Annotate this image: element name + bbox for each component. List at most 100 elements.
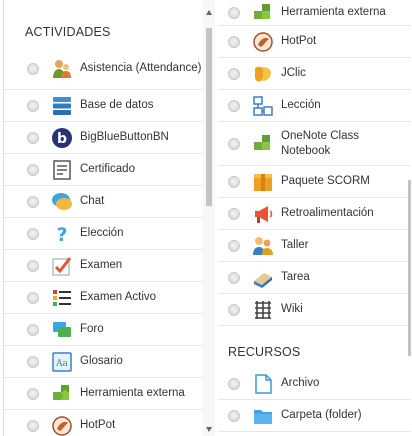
radio-button[interactable]: [228, 137, 240, 150]
resource-item-file[interactable]: Archivo: [218, 368, 410, 400]
quiz-icon: [51, 255, 73, 277]
activity-item-scorm[interactable]: Paquete SCORM: [218, 166, 410, 198]
activity-item-certificate[interactable]: Certificado: [4, 154, 215, 186]
activity-label: BigBlueButtonBN: [80, 131, 169, 143]
activity-item-attendance[interactable]: Asistencia (Attendance): [4, 48, 215, 90]
scrollbar-thumb[interactable]: [206, 28, 212, 206]
activity-item-assignment[interactable]: Tarea: [218, 262, 410, 294]
hotpot-icon: [51, 415, 73, 436]
activity-item-lesson[interactable]: Lección: [218, 90, 410, 122]
radio-button[interactable]: [27, 259, 39, 272]
activity-item-quiz[interactable]: Examen: [4, 250, 215, 282]
onenote-puzzle-icon: [252, 133, 274, 155]
activity-label: HotPot: [80, 419, 116, 431]
activity-label: Herramienta externa: [281, 6, 386, 18]
activity-detail-scrollbar[interactable]: [406, 0, 412, 436]
workshop-icon: [252, 235, 274, 257]
scroll-down-arrow-icon[interactable]: [206, 427, 212, 432]
radio-button[interactable]: [228, 67, 240, 80]
resources-header: RECURSOS: [228, 345, 301, 359]
attendance-icon: [51, 58, 73, 80]
activity-label: Tarea: [281, 271, 310, 283]
radio-button[interactable]: [228, 377, 240, 390]
external-tool-icon: [252, 2, 274, 24]
activity-item-onenote[interactable]: OneNote Class Notebook: [218, 122, 410, 166]
resource-label: Archivo: [281, 377, 320, 389]
activity-item-feedback[interactable]: Retroalimentación: [218, 198, 410, 230]
radio-button[interactable]: [27, 195, 39, 208]
radio-button[interactable]: [27, 99, 39, 112]
database-icon: [51, 95, 73, 117]
scrollbar-thumb[interactable]: [408, 180, 411, 356]
radio-button[interactable]: [228, 271, 240, 284]
radio-button[interactable]: [228, 99, 240, 112]
activity-item-workshop[interactable]: Taller: [218, 230, 410, 262]
radio-button[interactable]: [27, 323, 39, 336]
activity-item-external-tool[interactable]: Herramienta externa: [4, 378, 215, 410]
resource-item-folder[interactable]: Carpeta (folder): [218, 400, 410, 432]
activity-item-forum[interactable]: Foro: [4, 314, 215, 346]
radio-button[interactable]: [27, 419, 39, 432]
radio-button[interactable]: [27, 387, 39, 400]
scorm-package-icon: [252, 171, 274, 193]
activity-item-bigbluebutton[interactable]: b BigBlueButtonBN: [4, 122, 215, 154]
file-icon: [252, 373, 274, 395]
activity-label: Foro: [80, 323, 104, 335]
activity-label: Elección: [80, 227, 124, 239]
activity-item-wiki[interactable]: Wiki: [218, 294, 410, 326]
jclic-icon: [252, 63, 274, 85]
wiki-icon: [252, 299, 274, 321]
choice-icon: ?: [51, 223, 73, 245]
activity-label: Asistencia (Attendance): [80, 62, 202, 74]
activity-label: OneNote Class Notebook: [281, 129, 359, 157]
radio-button[interactable]: [27, 163, 39, 176]
resource-label: Carpeta (folder): [281, 409, 362, 421]
activity-item-database[interactable]: Base de datos: [4, 90, 215, 122]
svg-text:?: ?: [56, 224, 67, 245]
activities-header: ACTIVIDADES: [25, 25, 111, 39]
activity-label: Lección: [281, 99, 321, 111]
activity-item-external-tool[interactable]: Herramienta externa: [218, 0, 410, 26]
activity-item-hotpot[interactable]: HotPot: [4, 410, 215, 436]
certificate-icon: [51, 159, 73, 181]
radio-button[interactable]: [228, 6, 240, 19]
activity-label: Taller: [281, 239, 309, 251]
radio-button[interactable]: [228, 239, 240, 252]
hotpot-icon: [252, 31, 274, 53]
activity-label: JClic: [281, 67, 306, 79]
activity-item-choice[interactable]: ? Elección: [4, 218, 215, 250]
activities-scrollbar[interactable]: [203, 0, 215, 436]
activity-item-jclic[interactable]: JClic: [218, 58, 410, 90]
lesson-icon: [252, 95, 274, 117]
activity-item-hotpot[interactable]: HotPot: [218, 26, 410, 58]
forum-icon: [51, 319, 73, 341]
activity-item-chat[interactable]: Chat: [4, 186, 215, 218]
scroll-up-arrow-icon[interactable]: [206, 10, 212, 15]
active-quiz-icon: [51, 287, 73, 309]
radio-button[interactable]: [228, 409, 240, 422]
svg-text:b: b: [57, 131, 67, 147]
radio-button[interactable]: [27, 131, 39, 144]
external-tool-icon: [51, 383, 73, 405]
activity-item-active-quiz[interactable]: Examen Activo: [4, 282, 215, 314]
activity-label: HotPot: [281, 35, 317, 47]
radio-button[interactable]: [27, 227, 39, 240]
folder-icon: [252, 405, 274, 427]
activity-label: Herramienta externa: [80, 387, 185, 399]
radio-button[interactable]: [27, 291, 39, 304]
chat-icon: [51, 191, 73, 213]
svg-text:Aa: Aa: [55, 359, 68, 369]
activities-list-panel[interactable]: ACTIVIDADES Asistencia (Attendance) Base…: [3, 0, 215, 436]
radio-button[interactable]: [228, 303, 240, 316]
radio-button[interactable]: [228, 175, 240, 188]
radio-button[interactable]: [27, 355, 39, 368]
activity-item-glossary[interactable]: Aa Glosario: [4, 346, 215, 378]
activity-label: Examen: [80, 259, 123, 271]
activity-label: Wiki: [281, 303, 303, 315]
radio-button[interactable]: [228, 207, 240, 220]
activity-label: Examen Activo: [80, 291, 157, 303]
radio-button[interactable]: [228, 35, 240, 48]
activity-label: Glosario: [80, 355, 123, 367]
activity-detail-list-panel[interactable]: Herramienta externa HotPot JClic Lección…: [218, 0, 410, 436]
radio-button[interactable]: [27, 62, 39, 75]
